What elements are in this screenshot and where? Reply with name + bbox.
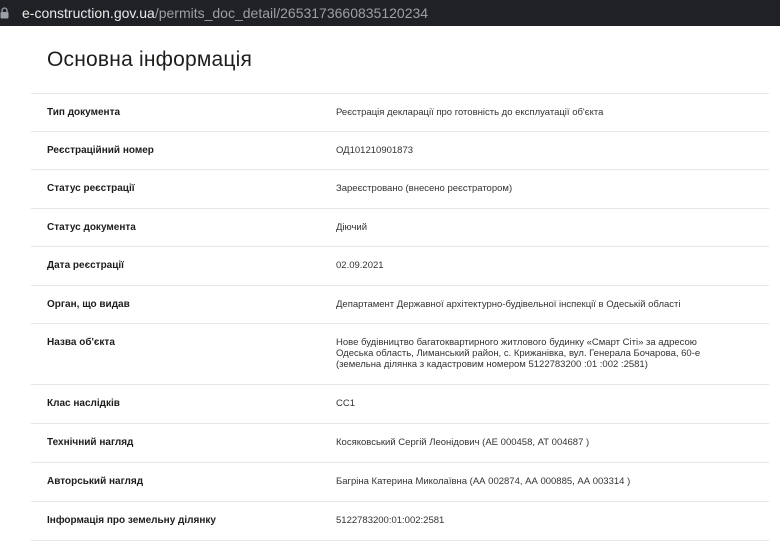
row-label: Назва об'єкта	[47, 337, 115, 348]
url-path: /permits_doc_detail/2653173660835120234	[154, 5, 429, 21]
row-value: 02.09.2021	[336, 260, 384, 271]
info-row-land-plot: Інформація про земельну ділянку 51227832…	[31, 502, 769, 541]
row-value: Реєстрація декларації про готовність до …	[336, 107, 604, 118]
row-label: Інформація про земельну ділянку	[47, 515, 216, 526]
row-value: Косяковський Сергій Леонідович (АЕ 00045…	[336, 437, 590, 448]
browser-address-bar[interactable]: e-construction.gov.ua/permits_doc_detail…	[0, 0, 780, 26]
info-row-author-supervision: Авторський нагляд Багріна Катерина Микол…	[31, 463, 769, 502]
info-row-technical-supervision: Технічний нагляд Косяковський Сергій Лео…	[31, 424, 769, 463]
info-row-registration-status: Статус реєстрації Зареєстровано (внесено…	[31, 170, 769, 209]
url-text[interactable]: e-construction.gov.ua/permits_doc_detail…	[22, 0, 428, 26]
row-value: СС1	[336, 398, 356, 409]
info-row-issuing-authority: Орган, що видав Департамент Державної ар…	[31, 286, 769, 324]
row-label: Орган, що видав	[47, 299, 130, 310]
row-label: Тип документа	[47, 107, 121, 118]
row-value: ОД101210901873	[336, 145, 414, 156]
row-label: Статус документа	[47, 222, 136, 233]
value-line: (земельна ділянка з кадастровим номером …	[336, 359, 648, 370]
row-label: Дата реєстрації	[47, 260, 124, 271]
info-row-document-type: Тип документа Реєстрація декларації про …	[31, 93, 769, 132]
info-row-object-name: Назва об'єкта Нове будівництво багатоква…	[31, 324, 769, 385]
value-line: Нове будівництво багатоквартирного житло…	[336, 337, 697, 348]
row-value: Діючий	[336, 222, 368, 233]
row-label: Статус реєстрації	[47, 183, 135, 194]
row-label: Реєстраційний номер	[47, 145, 154, 156]
info-row-document-status: Статус документа Діючий	[31, 209, 769, 247]
value-line: Одеська область, Лиманський район, с. Кр…	[336, 348, 701, 359]
info-row-registration-date: Дата реєстрації 02.09.2021	[31, 247, 769, 286]
info-table: Тип документа Реєстрація декларації про …	[31, 93, 769, 541]
lock-icon	[0, 7, 9, 19]
row-value: Зареєстровано (внесено реєстратором)	[336, 183, 513, 194]
row-label: Технічний нагляд	[47, 437, 134, 448]
page-title: Основна інформація	[47, 48, 253, 71]
row-label: Клас наслідків	[47, 398, 120, 409]
main-content: Основна інформація Тип документа Реєстра…	[0, 26, 780, 558]
info-row-consequence-class: Клас наслідків СС1	[31, 385, 769, 424]
row-value: Нове будівництво багатоквартирного житло…	[336, 337, 766, 370]
row-label: Авторський нагляд	[47, 476, 144, 487]
row-value: Департамент Державної архітектурно-будів…	[336, 299, 681, 310]
info-row-registration-number: Реєстраційний номер ОД101210901873	[31, 132, 769, 170]
row-value: 5122783200:01:002:2581	[336, 515, 445, 526]
url-domain: e-construction.gov.ua	[22, 5, 155, 21]
row-value: Багріна Катерина Миколаївна (АА 002874, …	[336, 476, 631, 487]
